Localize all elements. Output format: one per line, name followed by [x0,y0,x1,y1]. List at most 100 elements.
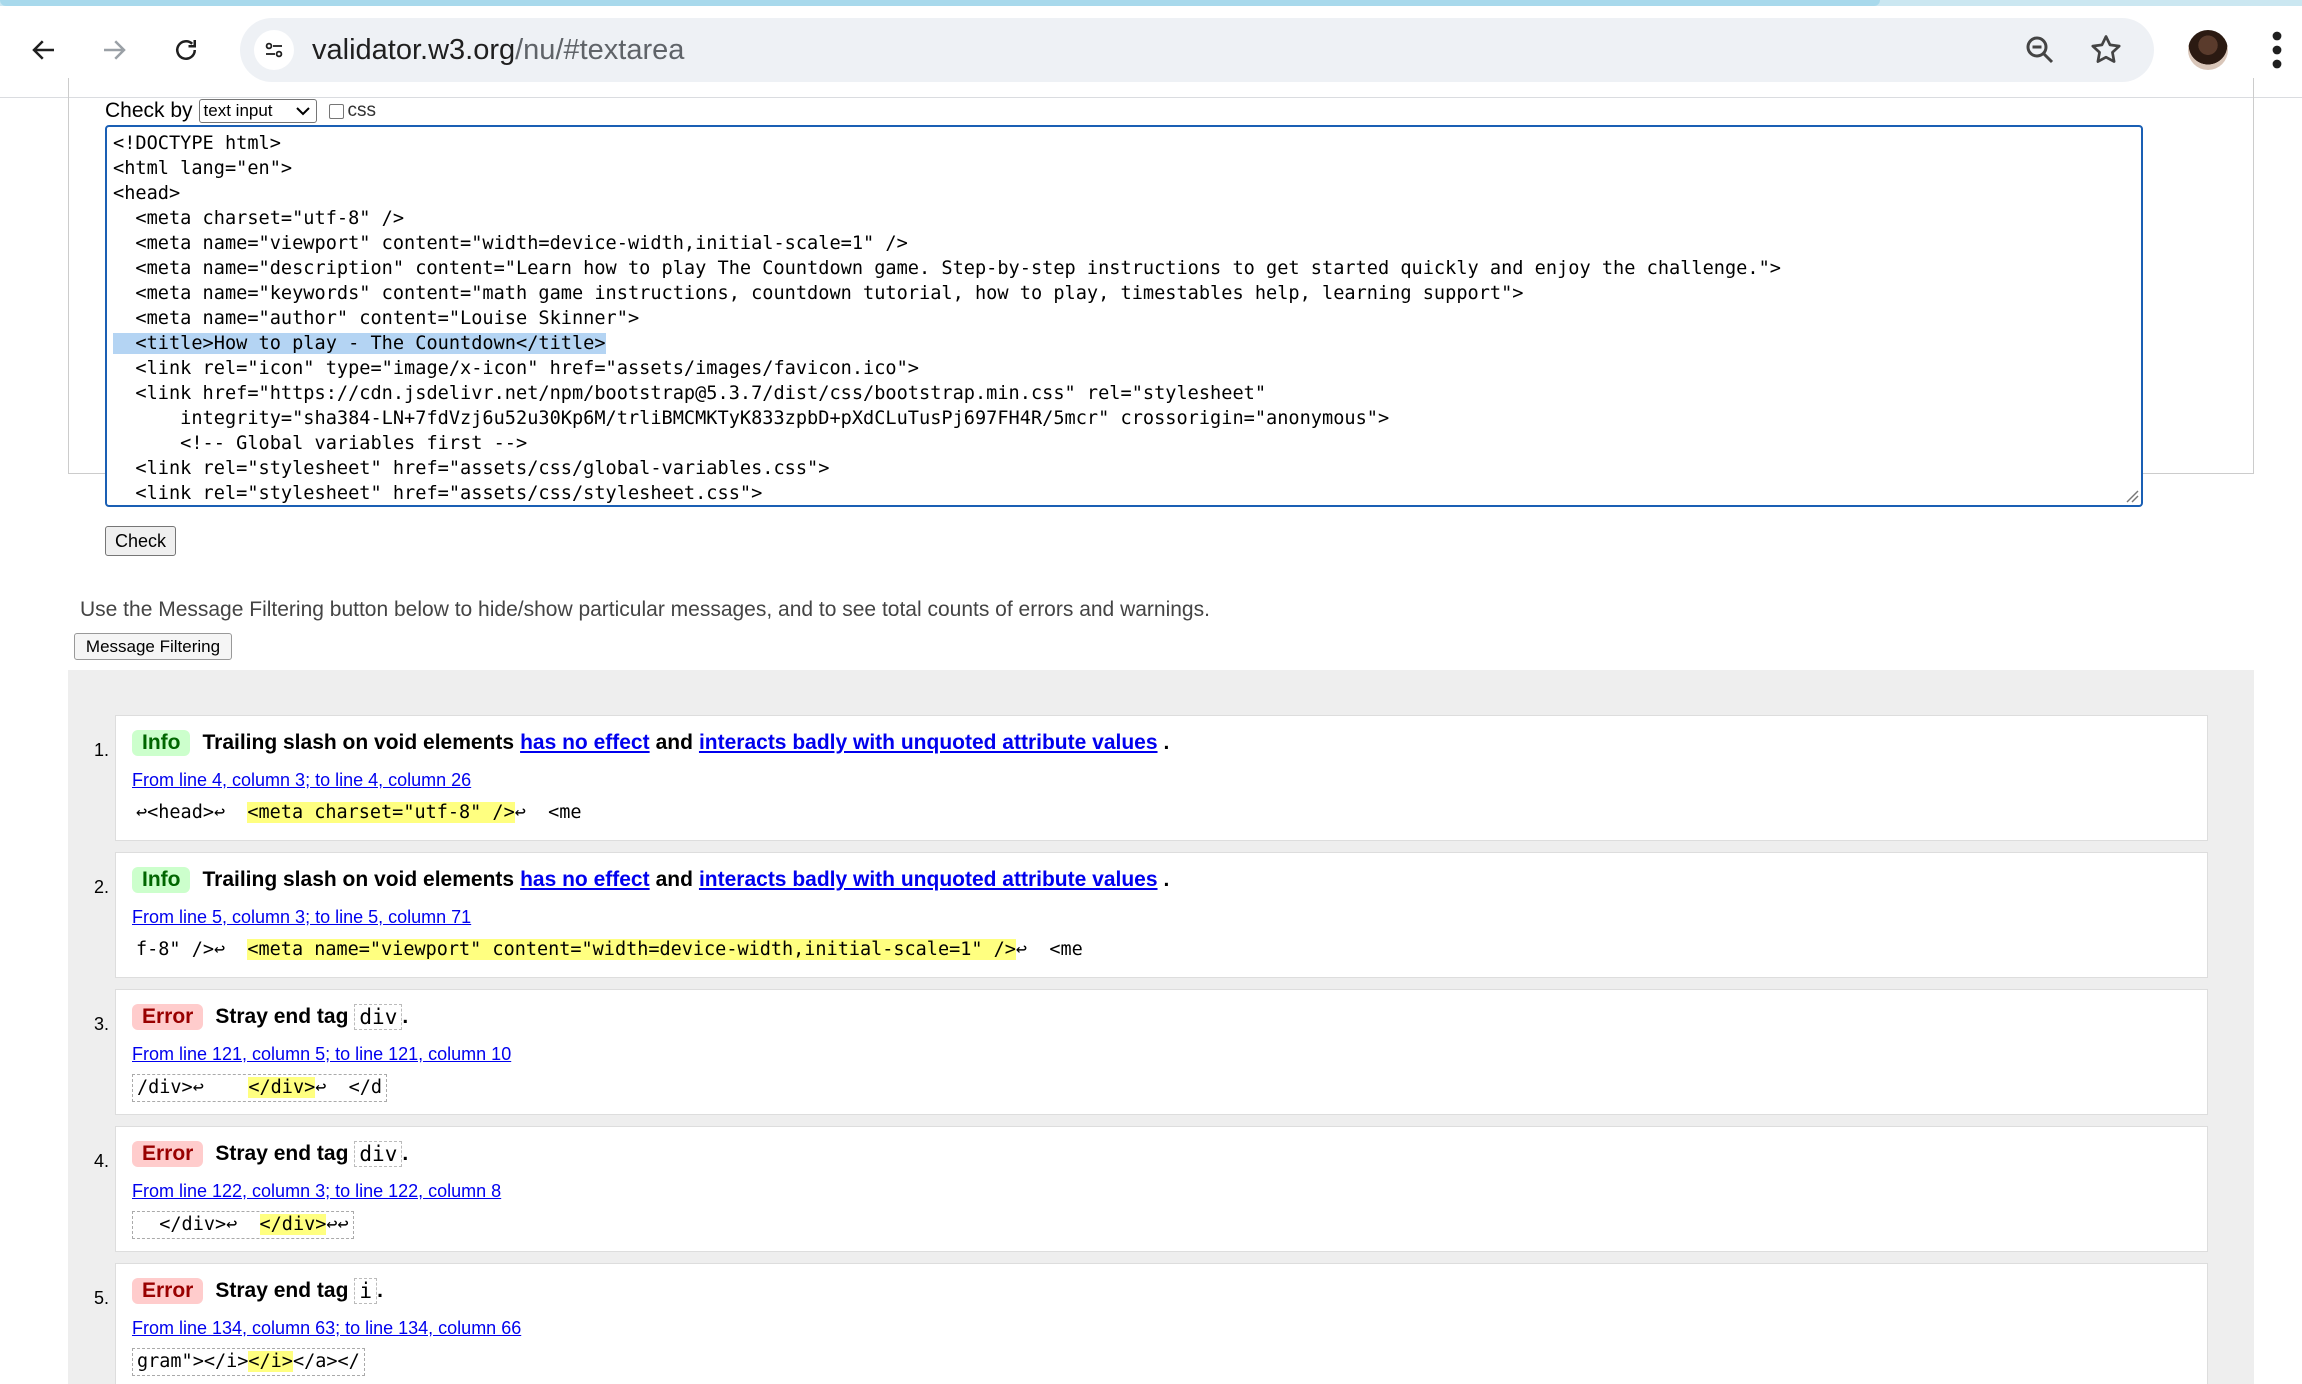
element-tag: div [354,1004,403,1030]
reload-button[interactable] [158,22,214,78]
message-period: . [402,1142,409,1165]
message-number: 4. [94,1151,110,1171]
resize-handle-icon[interactable] [2125,489,2139,503]
message-card: Info Trailing slash on void elements has… [115,715,2208,841]
message-header: Error Stray end tag div. [132,1141,408,1167]
code-extract: f-8" />↩ <meta name="viewport" content="… [132,937,1087,963]
chevron-down-icon [295,107,310,116]
extract-highlight: </div> [259,1214,327,1235]
extract-after: </a></ [292,1351,360,1372]
source-line: <link rel="icon" type="image/x-icon" hre… [113,358,919,379]
css-label: css [347,100,377,121]
info-badge: Info [132,867,191,893]
source-line: <!DOCTYPE html> [113,133,281,154]
arrow-left-icon [32,40,54,60]
url-path: /nu/#textarea [515,34,685,66]
more-vert-icon[interactable] [2262,26,2292,74]
check-by-value: text input [203,101,273,120]
unquoted-attributes-link[interactable]: interacts badly with unquoted attribute … [699,731,1158,755]
has-no-effect-link[interactable]: has no effect [520,868,650,892]
message-location-link[interactable]: From line 121, column 5; to line 121, co… [132,1044,511,1065]
active-tab[interactable] [0,0,1880,6]
check-by-label: Check by [105,99,193,122]
source-line: <!-- Global variables first --> [113,433,528,454]
url-host: validator.w3.org [312,34,516,66]
source-line: integrity="sha384-LN+7fdVzj6u52u30Kp6M/t… [113,408,1390,429]
message-text: Stray end tag [215,1142,349,1165]
extract-after: ↩↩ [326,1214,349,1235]
message-number: 3. [94,1014,110,1034]
bookmark-star-icon[interactable] [2088,32,2124,68]
source-textarea[interactable]: <!DOCTYPE html> <html lang="en"> <head> <m… [105,125,2143,507]
css-checkbox[interactable] [328,103,344,119]
message-header: Info Trailing slash on void elements has… [132,730,1169,756]
code-extract: /div>↩ </div>↩ </d [132,1074,388,1102]
unquoted-attributes-link[interactable]: interacts badly with unquoted attribute … [699,868,1158,892]
source-line: <html lang="en"> [113,158,293,179]
message-filtering-hint: Use the Message Filtering button below t… [80,598,1210,621]
message-card: Error Stray end tag div. From line 121, … [115,989,2208,1115]
reload-icon [176,40,196,60]
back-button[interactable] [16,22,72,78]
message-location-link[interactable]: From line 122, column 3; to line 122, co… [132,1181,501,1202]
source-line: <meta name="author" content="Louise Skin… [113,308,640,329]
error-badge: Error [132,1278,204,1304]
source-line: <link rel="stylesheet" href="assets/css/… [113,483,763,504]
code-extract: </div>↩ </div>↩↩ [132,1211,354,1239]
error-badge: Error [132,1141,204,1167]
message-location-link[interactable]: From line 134, column 63; to line 134, c… [132,1318,521,1339]
code-extract: gram"></i></i></a></ [132,1348,365,1376]
message-filtering-button[interactable]: Message Filtering [74,633,232,660]
check-by-select[interactable]: text input [198,99,317,123]
message-text: Trailing slash on void elements [202,731,515,754]
message-header: Info Trailing slash on void elements has… [132,867,1169,893]
validator-page: Check by text input css <!DOCTYPE html> <… [0,78,2302,1384]
url-text[interactable]: validator.w3.org/nu/#textarea [312,34,684,66]
source-line: <head> [113,183,181,204]
message-location-link[interactable]: From line 4, column 3; to line 4, column… [132,770,471,791]
extract-before: ↩<head>↩ [136,802,248,823]
extract-highlight: </i> [248,1351,293,1372]
message-card: Error Stray end tag i. From line 134, co… [115,1263,2208,1384]
message-period: . [377,1279,383,1302]
source-line-selected: <title>How to play - The Countdown</titl… [113,331,2135,356]
error-badge: Error [132,1004,204,1030]
message-period: . [402,1005,409,1028]
tab-strip [0,0,2302,6]
message-card: Error Stray end tag div. From line 122, … [115,1126,2208,1252]
extract-highlight: <meta name="viewport" content="width=dev… [247,939,1016,960]
check-button[interactable]: Check [105,526,176,556]
code-extract: ↩<head>↩ <meta charset="utf-8" />↩ <me [132,800,586,826]
source-line: <meta name="viewport" content="width=dev… [113,233,908,254]
has-no-effect-link[interactable]: has no effect [520,731,650,755]
message-conjunction: and [655,731,693,754]
message-header: Error Stray end tag div. [132,1004,408,1030]
extract-before: </div>↩ [137,1214,260,1235]
profile-avatar[interactable] [2188,30,2228,70]
extract-after: ↩ <me [1015,939,1083,960]
element-tag: i [354,1278,378,1304]
extract-highlight: </div> [248,1077,316,1098]
message-header: Error Stray end tag i. [132,1278,383,1304]
forward-button[interactable] [86,22,142,78]
source-line: <link href="https://cdn.jsdelivr.net/npm… [113,383,1267,404]
results-panel: 1. Info Trailing slash on void elements … [68,670,2254,1384]
source-line: <link rel="stylesheet" href="assets/css/… [113,458,830,479]
message-number: 5. [94,1288,110,1308]
site-info-icon[interactable] [254,30,294,70]
message-number: 1. [94,740,110,760]
source-line: <meta name="keywords" content="math game… [113,283,1524,304]
message-location-link[interactable]: From line 5, column 3; to line 5, column… [132,907,471,928]
message-period: . [1163,868,1170,891]
extract-before: gram"></i> [137,1351,249,1372]
extract-before: f-8" />↩ [136,939,248,960]
address-bar[interactable]: validator.w3.org/nu/#textarea [240,18,2154,82]
zoom-icon[interactable] [2022,32,2058,68]
extract-after: ↩ <me [514,802,582,823]
message-text: Trailing slash on void elements [202,868,515,891]
message-text: Stray end tag [215,1005,349,1028]
extract-highlight: <meta charset="utf-8" /> [247,802,515,823]
extract-after: ↩ </d [315,1077,383,1098]
selected-text: <title>How to play - The Countdown</titl… [113,333,606,354]
arrow-right-icon [104,40,126,60]
